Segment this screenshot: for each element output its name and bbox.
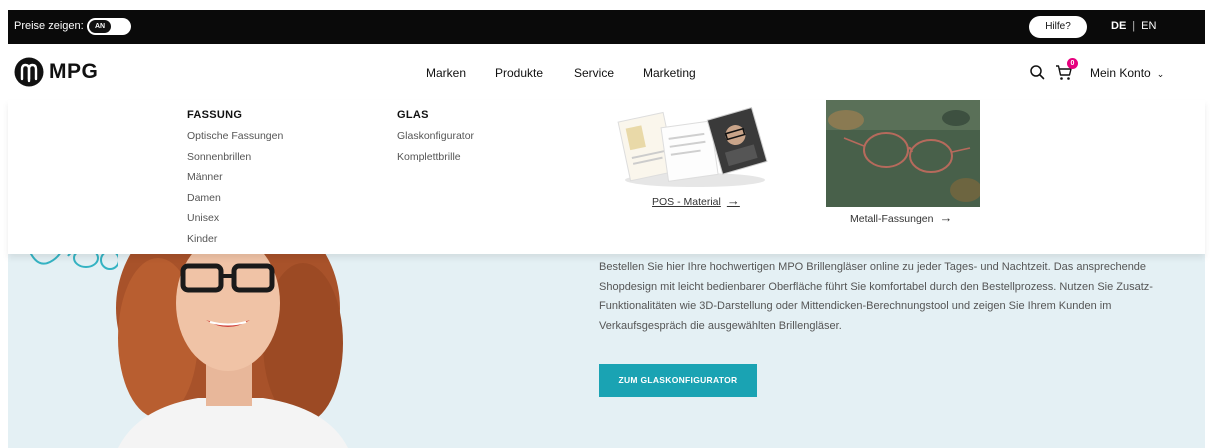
nav-marken[interactable]: Marken [426, 66, 466, 80]
pos-material-link[interactable]: POS - Material → [652, 193, 740, 208]
metall-fassungen-caption: Metall-Fassungen [850, 213, 934, 225]
toggle-state: AN [89, 20, 111, 33]
menu-item-glaskonfigurator[interactable]: Glaskonfigurator [397, 126, 474, 147]
help-button[interactable]: Hilfe? [1029, 16, 1087, 38]
menu-item-optische-fassungen[interactable]: Optische Fassungen [187, 126, 283, 147]
arrow-right-icon: → [726, 193, 740, 208]
pos-material-caption: POS - Material [652, 196, 721, 208]
menu-item-damen[interactable]: Damen [187, 188, 283, 209]
lang-de[interactable]: DE [1111, 20, 1126, 32]
chevron-down-icon: ⌄ [1156, 69, 1165, 79]
metall-fassungen-link[interactable]: Metall-Fassungen → [850, 210, 952, 225]
logo[interactable]: MPG [14, 57, 98, 87]
search-icon[interactable] [1029, 64, 1045, 80]
promo-pos-material[interactable]: POS - Material → [610, 102, 780, 208]
prices-toggle[interactable]: AN [87, 18, 131, 35]
cart-count-badge: 0 [1067, 58, 1078, 69]
logo-text: MPG [49, 60, 99, 83]
glaskonfigurator-button[interactable]: ZUM GLASKONFIGURATOR [599, 364, 757, 397]
menu-column-glas: GLAS Glaskonfigurator Komplettbrille [397, 109, 474, 167]
prices-label: Preise zeigen: [14, 20, 84, 32]
hero-description: Bestellen Sie hier Ihre hochwertigen MPO… [599, 261, 1153, 332]
top-bar: Preise zeigen: AN Hilfe? DE | EN [8, 10, 1205, 44]
menu-item-unisex[interactable]: Unisex [187, 208, 283, 229]
menu-column-fassung: FASSUNG Optische Fassungen Sonnenbrillen… [187, 109, 283, 249]
promo-metall-fassungen[interactable]: Metall-Fassungen → [826, 100, 982, 225]
lang-separator: | [1132, 20, 1136, 32]
account-menu[interactable]: Mein Konto ⌄ [1090, 66, 1164, 80]
menu-heading-glas[interactable]: GLAS [397, 109, 474, 121]
metal-frames-image [826, 100, 982, 207]
lang-en[interactable]: EN [1141, 20, 1156, 32]
nav-service[interactable]: Service [574, 66, 614, 80]
menu-heading-fassung[interactable]: FASSUNG [187, 109, 283, 121]
mpg-logo-icon [14, 57, 44, 87]
menu-item-kinder[interactable]: Kinder [187, 229, 283, 250]
language-switcher: DE | EN [1111, 20, 1156, 32]
main-header: MPG Marken Produkte Service Marketing 0 … [8, 44, 1205, 100]
nav-marketing[interactable]: Marketing [643, 66, 696, 80]
account-label: Mein Konto [1090, 66, 1151, 80]
menu-item-maenner[interactable]: Männer [187, 167, 283, 188]
mega-menu-dropdown: FASSUNG Optische Fassungen Sonnenbrillen… [8, 100, 1205, 254]
menu-item-komplettbrille[interactable]: Komplettbrille [397, 147, 474, 168]
pos-material-image [617, 106, 768, 187]
nav-produkte[interactable]: Produkte [495, 66, 543, 80]
menu-item-sonnenbrillen[interactable]: Sonnenbrillen [187, 147, 283, 168]
woman-with-glasses-image [116, 248, 348, 448]
arrow-right-icon: → [939, 210, 953, 225]
